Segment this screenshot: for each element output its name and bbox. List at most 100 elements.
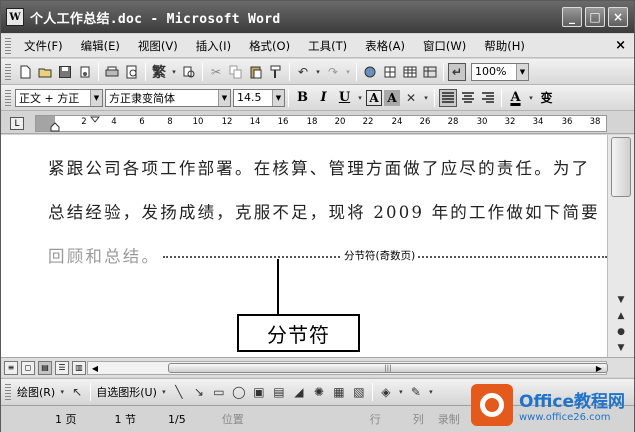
outline-view-icon[interactable]: ☰ <box>55 360 69 375</box>
chevron-down-icon[interactable]: ▼ <box>272 89 284 106</box>
insert-excel-icon[interactable] <box>421 63 439 81</box>
cut-icon[interactable]: ✂ <box>207 63 225 81</box>
menu-insert[interactable]: 插入(I) <box>187 38 240 54</box>
title-bar[interactable]: W 个人工作总结.doc - Microsoft Word _ □ × <box>1 1 634 33</box>
select-browse-object-icon[interactable]: ● <box>614 325 628 339</box>
toolbar-grip-handle[interactable] <box>5 89 11 106</box>
open-folder-icon[interactable] <box>36 63 54 81</box>
close-button[interactable]: × <box>608 7 628 27</box>
insert-table-icon[interactable] <box>401 63 419 81</box>
vertical-scrollbar[interactable]: ▼ ▲ ● ▼ <box>607 135 634 357</box>
textbox-tool-icon[interactable]: ▣ <box>250 383 268 401</box>
menubar-grip-handle[interactable] <box>5 37 11 54</box>
copy-icon[interactable] <box>227 63 245 81</box>
chevron-down-icon[interactable]: ▾ <box>356 89 364 107</box>
undo-icon[interactable]: ↶ <box>294 63 312 81</box>
arrow-tool-icon[interactable]: ↘ <box>190 383 208 401</box>
word-app-icon[interactable]: W <box>6 8 24 26</box>
tab-selector[interactable]: L <box>10 117 24 130</box>
horizontal-ruler[interactable]: 2 4 6 8 10 12 14 16 18 20 22 24 26 28 30… <box>35 115 607 132</box>
traditional-chinese-button[interactable]: 繁 <box>150 63 168 81</box>
menu-window[interactable]: 窗口(W) <box>414 38 475 54</box>
menu-help[interactable]: 帮助(H) <box>475 38 534 54</box>
paste-icon[interactable] <box>247 63 265 81</box>
tables-borders-icon[interactable] <box>381 63 399 81</box>
style-select[interactable]: 正文 + 方正 ▼ <box>15 88 103 107</box>
menu-edit[interactable]: 编辑(E) <box>72 38 129 54</box>
draw-menu-button[interactable]: 绘图(R) <box>15 384 57 400</box>
format-painter-icon[interactable] <box>267 63 285 81</box>
reading-view-icon[interactable]: ▥ <box>72 360 86 375</box>
line-tool-icon[interactable]: ╲ <box>170 383 188 401</box>
chevron-down-icon[interactable]: ▾ <box>527 89 535 107</box>
chevron-down-icon[interactable]: ▼ <box>90 89 102 106</box>
chevron-down-icon[interactable]: ▾ <box>160 383 168 401</box>
maximize-button[interactable]: □ <box>585 7 605 27</box>
menu-format[interactable]: 格式(O) <box>240 38 299 54</box>
minimize-button[interactable]: _ <box>562 7 582 27</box>
save-icon[interactable] <box>56 63 74 81</box>
line-color-icon[interactable]: ✎ <box>407 383 425 401</box>
hyperlink-icon[interactable] <box>361 63 379 81</box>
chevron-down-icon[interactable]: ▾ <box>427 383 435 401</box>
status-record[interactable]: 录制 <box>438 411 460 427</box>
close-document-button[interactable]: × <box>615 38 626 53</box>
print-layout-view-icon[interactable]: ▤ <box>38 360 52 375</box>
document-page[interactable]: 紧跟公司各项工作部署。在核算、管理方面做了应尽的责任。为了 总结经验，发扬成绩，… <box>1 135 607 357</box>
menu-file[interactable]: 文件(F) <box>15 38 72 54</box>
horizontal-scrollbar[interactable]: ◀ ||| ▶ <box>87 361 608 375</box>
chevron-down-icon[interactable]: ▾ <box>422 89 430 107</box>
document-line-3[interactable]: 回顾和总结。 <box>48 243 160 267</box>
chevron-down-icon[interactable]: ▾ <box>397 383 405 401</box>
permission-icon[interactable] <box>76 63 94 81</box>
menu-table[interactable]: 表格(A) <box>356 38 414 54</box>
chevron-down-icon[interactable]: ▾ <box>58 383 66 401</box>
zoom-select[interactable]: 100% ▼ <box>471 62 529 81</box>
chevron-down-icon[interactable]: ▾ <box>314 63 322 81</box>
chevron-down-icon[interactable]: ▾ <box>170 63 178 81</box>
scroll-down-arrow-icon[interactable]: ▼ <box>614 293 628 307</box>
indent-marker-icon[interactable] <box>50 121 60 132</box>
fill-color-icon[interactable]: ◈ <box>377 383 395 401</box>
insert-picture-icon[interactable]: ▧ <box>350 383 368 401</box>
toolbar-grip-handle[interactable] <box>5 63 11 80</box>
first-line-indent-icon[interactable] <box>90 116 100 124</box>
print-icon[interactable] <box>103 63 121 81</box>
menu-view[interactable]: 视图(V) <box>129 38 187 54</box>
wordart-icon[interactable]: ◢ <box>290 383 308 401</box>
font-size-select[interactable]: 14.5 ▼ <box>233 88 285 107</box>
font-color-button[interactable]: A <box>506 88 525 107</box>
document-line-1[interactable]: 紧跟公司各项工作部署。在核算、管理方面做了应尽的责任。为了 <box>48 155 590 179</box>
scroll-left-arrow-icon[interactable]: ◀ <box>89 362 101 374</box>
character-border-button[interactable]: A <box>366 89 382 106</box>
print-preview-icon[interactable] <box>123 63 141 81</box>
bold-button[interactable]: B <box>293 88 312 107</box>
document-line-2[interactable]: 总结经验，发扬成绩，克服不足，现将 2009 年的工作做如下简要 <box>48 199 600 223</box>
redo-icon[interactable]: ↷ <box>324 63 342 81</box>
character-shading-button[interactable]: A <box>384 89 400 106</box>
scaling-icon[interactable]: ✕ <box>402 89 420 107</box>
align-justify-icon[interactable] <box>439 88 457 107</box>
next-page-icon[interactable]: ▼ <box>614 341 628 355</box>
italic-button[interactable]: I <box>314 88 333 107</box>
rectangle-tool-icon[interactable]: ▭ <box>210 383 228 401</box>
diagram-icon[interactable]: ✺ <box>310 383 328 401</box>
previous-page-icon[interactable]: ▲ <box>614 309 628 323</box>
menu-tools[interactable]: 工具(T) <box>299 38 356 54</box>
show-hide-marks-icon[interactable]: ↵ <box>448 62 466 81</box>
clipart-icon[interactable]: ▦ <box>330 383 348 401</box>
normal-view-icon[interactable]: ≡ <box>4 360 18 375</box>
scroll-right-arrow-icon[interactable]: ▶ <box>593 362 605 374</box>
align-center-icon[interactable] <box>459 89 477 107</box>
align-right-icon[interactable] <box>479 89 497 107</box>
vertical-scroll-thumb[interactable] <box>611 137 631 197</box>
new-document-icon[interactable] <box>16 63 34 81</box>
chevron-down-icon[interactable]: ▼ <box>218 89 230 106</box>
autoshapes-menu-button[interactable]: 自选图形(U) <box>94 384 159 400</box>
chevron-down-icon[interactable]: ▾ <box>344 63 352 81</box>
font-select[interactable]: 方正隶变简体 ▼ <box>105 88 231 107</box>
phonetic-guide-button[interactable]: 变 <box>537 88 556 107</box>
research-icon[interactable] <box>180 63 198 81</box>
vertical-textbox-icon[interactable]: ▤ <box>270 383 288 401</box>
chevron-down-icon[interactable]: ▼ <box>516 63 528 80</box>
